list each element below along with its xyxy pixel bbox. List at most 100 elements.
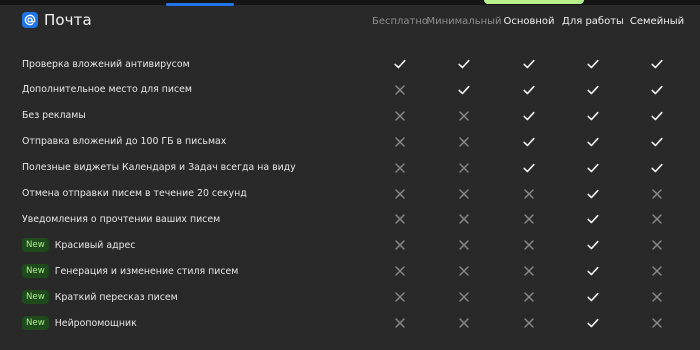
table-row: Без рекламы xyxy=(0,103,700,129)
feature-label: Нейропомощник xyxy=(54,317,137,329)
feature-label: Дополнительное место для писем xyxy=(22,84,192,96)
check-icon xyxy=(586,161,600,175)
new-badge: New xyxy=(22,264,49,279)
check-icon xyxy=(650,135,664,149)
check-icon xyxy=(522,83,536,97)
cross-icon xyxy=(457,264,471,278)
table-row: Полезные виджеты Календаря и Задач всегд… xyxy=(0,155,700,181)
new-badge: New xyxy=(22,290,49,305)
check-icon xyxy=(393,57,407,71)
cross-icon xyxy=(393,238,407,252)
cross-icon xyxy=(393,109,407,123)
feature-label: Краткий пересказ писем xyxy=(54,291,178,303)
check-icon xyxy=(650,57,664,71)
table-row: Проверка вложений антивирусом xyxy=(0,51,700,77)
check-icon xyxy=(522,57,536,71)
cross-icon xyxy=(393,212,407,226)
table-row: New Нейропомощник xyxy=(0,310,700,336)
table-row: New Генерация и изменение стиля писем xyxy=(0,258,700,284)
feature-label-cell: Отправка вложений до 100 ГБ в письмах xyxy=(22,129,226,155)
feature-label: Полезные виджеты Календаря и Задач всегд… xyxy=(22,162,296,174)
active-tab-indicator xyxy=(166,3,234,6)
feature-label-cell: New Краткий пересказ писем xyxy=(22,284,178,310)
plan-header: Минимальный xyxy=(426,16,502,27)
feature-label: Уведомления о прочтении ваших писем xyxy=(22,213,221,225)
cross-icon xyxy=(393,290,407,304)
check-icon xyxy=(522,109,536,123)
cross-icon xyxy=(650,316,664,330)
feature-label-cell: Полезные виджеты Календаря и Задач всегд… xyxy=(22,155,296,181)
table-row: Отмена отправки писем в течение 20 секун… xyxy=(0,181,700,207)
top-action-button[interactable] xyxy=(484,0,584,4)
plan-header: Основной xyxy=(503,16,555,27)
feature-label-cell: Уведомления о прочтении ваших писем xyxy=(22,206,220,232)
cross-icon xyxy=(650,290,664,304)
feature-label: Без рекламы xyxy=(22,110,86,122)
cross-icon xyxy=(522,238,536,252)
feature-label-cell: Без рекламы xyxy=(22,103,86,129)
table-row: New Краткий пересказ писем xyxy=(0,284,700,310)
cross-icon xyxy=(650,212,664,226)
cross-icon xyxy=(393,135,407,149)
check-icon xyxy=(650,83,664,97)
table-row: Отправка вложений до 100 ГБ в письмах xyxy=(0,129,700,155)
check-icon xyxy=(586,187,600,201)
check-icon xyxy=(586,212,600,226)
cross-icon xyxy=(393,264,407,278)
top-navigation-strip xyxy=(0,0,700,5)
check-icon xyxy=(522,161,536,175)
check-icon xyxy=(457,57,471,71)
check-icon xyxy=(650,161,664,175)
at-sign-icon xyxy=(22,12,38,28)
table-row: New Красивый адрес xyxy=(0,232,700,258)
cross-icon xyxy=(650,264,664,278)
cross-icon xyxy=(393,316,407,330)
product-name: Почта xyxy=(44,11,92,29)
table-row: Уведомления о прочтении ваших писем xyxy=(0,206,700,232)
check-icon xyxy=(586,57,600,71)
cross-icon xyxy=(650,187,664,201)
cross-icon xyxy=(457,212,471,226)
check-icon xyxy=(650,109,664,123)
new-badge: New xyxy=(22,316,49,330)
cross-icon xyxy=(650,238,664,252)
check-icon xyxy=(586,238,600,252)
cross-icon xyxy=(522,264,536,278)
plan-header: Для работы xyxy=(562,16,624,27)
feature-label: Отмена отправки писем в течение 20 секун… xyxy=(22,188,247,199)
feature-label-cell: Дополнительное место для писем xyxy=(22,77,192,103)
cross-icon xyxy=(457,161,471,175)
cross-icon xyxy=(522,187,536,201)
check-icon xyxy=(457,83,471,97)
cross-icon xyxy=(393,187,407,201)
plan-header: Семейный xyxy=(629,16,685,27)
feature-label: Отправка вложений до 100 ГБ в письмах xyxy=(22,136,227,148)
check-icon xyxy=(586,109,600,123)
feature-label-cell: New Генерация и изменение стиля писем xyxy=(22,258,238,284)
feature-label: Проверка вложений антивирусом xyxy=(22,58,190,70)
cross-icon xyxy=(457,316,471,330)
product-header: Почта xyxy=(22,11,92,29)
cross-icon xyxy=(457,187,471,201)
check-icon xyxy=(586,290,600,304)
feature-label-cell: New Красивый адрес xyxy=(22,232,135,258)
feature-label: Красивый адрес xyxy=(54,239,136,251)
cross-icon xyxy=(393,161,407,175)
cross-icon xyxy=(522,316,536,330)
pricing-comparison-page: Почта Бесплатно Минимальный Основной Для ра… xyxy=(0,0,700,350)
cross-icon xyxy=(457,238,471,252)
new-badge: New xyxy=(22,238,49,253)
feature-label-cell: New Нейропомощник xyxy=(22,310,137,336)
cross-icon xyxy=(457,290,471,304)
table-row: Дополнительное место для писем xyxy=(0,77,700,103)
cross-icon xyxy=(522,212,536,226)
plan-header: Бесплатно xyxy=(371,16,429,27)
feature-label-cell: Проверка вложений антивирусом xyxy=(22,51,190,77)
check-icon xyxy=(586,264,600,278)
cross-icon xyxy=(522,290,536,304)
feature-label: Генерация и изменение стиля писем xyxy=(54,265,239,277)
check-icon xyxy=(586,316,600,330)
check-icon xyxy=(586,135,600,149)
check-icon xyxy=(586,83,600,97)
cross-icon xyxy=(457,135,471,149)
